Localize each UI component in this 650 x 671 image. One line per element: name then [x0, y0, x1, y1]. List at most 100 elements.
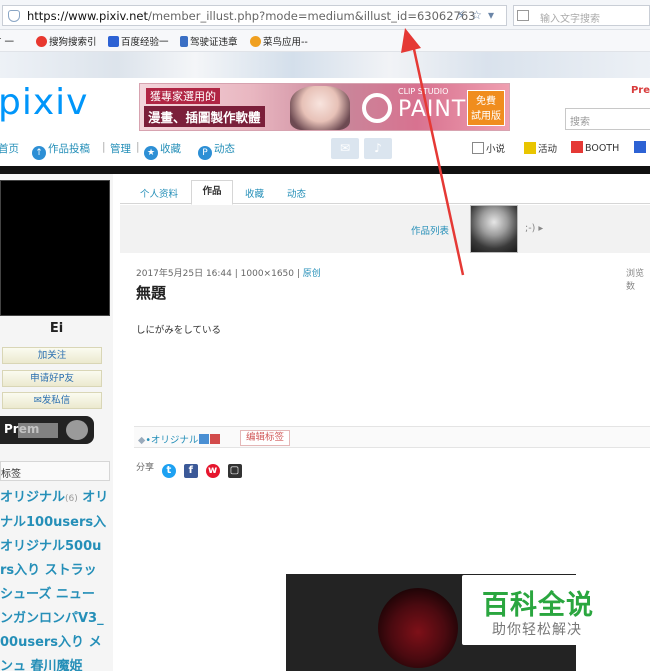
nav-home[interactable]: 首页: [0, 141, 19, 156]
banner-paint: PAINT: [398, 97, 467, 122]
nav-extra[interactable]: [634, 141, 648, 154]
lightning-icon[interactable]: ⚡: [457, 8, 471, 22]
facebook-icon[interactable]: f: [183, 464, 198, 478]
current-work-thumbnail[interactable]: [470, 205, 518, 253]
watermark-subtitle: 助你轻松解决: [492, 622, 582, 638]
user-sidebar: Ei 加关注 申请好P友 ✉发私信 Prem 标签 オリジナル(6) オリ ナル…: [0, 174, 113, 671]
mail-icon: ✉: [33, 395, 42, 406]
line-icon[interactable]: ▢: [227, 464, 242, 478]
site-search-input[interactable]: 搜索: [565, 108, 650, 130]
flag-icon: [524, 142, 536, 154]
bookmark-item-1[interactable]: 首 一: [0, 34, 14, 48]
tag-line[interactable]: rs入り ストラッ: [0, 559, 112, 583]
tag-line[interactable]: オリジナル500u: [0, 535, 112, 559]
edit-tags-button[interactable]: 编辑标签: [240, 430, 291, 446]
friend-request-button[interactable]: 申请好P友: [2, 370, 102, 387]
tag-line[interactable]: 00users入り メ: [0, 631, 112, 655]
premium-badge[interactable]: Prem: [0, 416, 94, 444]
nav-events[interactable]: 活动: [524, 141, 557, 155]
views-label: 浏览数: [626, 269, 645, 292]
tab-works[interactable]: 作品: [191, 180, 233, 205]
original-link[interactable]: 原创: [303, 269, 321, 279]
star-circle-icon: ★: [144, 146, 158, 160]
nav-submit[interactable]: ↑ 作品投稿: [32, 141, 90, 160]
twitter-icon[interactable]: t: [161, 464, 176, 478]
main-nav: 首页 ↑ 作品投稿 | 管理 | ★ 收藏 P 动态 ✉ ♪ 小说 活动 BOOTH: [0, 138, 650, 160]
work-meta: 2017年5月25日 16:44 | 1000×1650 | 原创: [136, 269, 321, 279]
work-size: 1000×1650: [240, 269, 295, 279]
dic-icon[interactable]: [210, 434, 221, 444]
tag-line[interactable]: ンュ 春川魔姫: [0, 655, 112, 671]
car-icon: [180, 36, 188, 47]
url-text[interactable]: https://www.pixiv.net/member_illust.php?…: [27, 9, 475, 23]
tag-line[interactable]: ンガンロンパV3_: [0, 607, 112, 631]
tab-feed[interactable]: 动态: [287, 186, 306, 200]
banner-line1: 獲專家選用的: [146, 88, 220, 104]
profile-tabs: 个人资料 作品 收藏 动态: [120, 180, 650, 205]
next-work-link[interactable]: ;-) ▸: [525, 223, 543, 234]
clip-studio-logo-icon: [362, 93, 392, 123]
notification-icon[interactable]: ♪: [364, 138, 392, 159]
browser-search-box[interactable]: 输入文字搜索: [513, 5, 650, 26]
follow-button[interactable]: 加关注: [2, 347, 102, 364]
bookmark-item-baidu[interactable]: 百度经验一: [108, 34, 169, 48]
banner-character-image: [290, 86, 350, 130]
bookmark-item-traffic[interactable]: 驾驶证违章: [180, 34, 238, 48]
feed-icon: P: [198, 146, 212, 160]
extra-icon: [634, 141, 646, 153]
mail-icon[interactable]: ✉: [331, 138, 359, 159]
shield-icon: [8, 10, 20, 22]
bookmark-item-cainiao[interactable]: 菜鸟应用--: [250, 34, 308, 48]
nav-bookmarks[interactable]: ★ 收藏: [144, 141, 181, 160]
send-message-button[interactable]: ✉发私信: [2, 392, 102, 409]
work-tags-bar: ◆•オリジナル 编辑标签: [134, 426, 650, 448]
tab-bookmarks[interactable]: 收藏: [245, 186, 264, 200]
bookmark-item-sogou[interactable]: 搜狗搜索引: [36, 34, 97, 48]
clip-studio-banner[interactable]: 獲專家選用的 漫畫、插圖製作軟體 CLIP STUDIO PAINT 免費 試用…: [139, 83, 510, 131]
upload-icon: ↑: [32, 146, 46, 160]
work-caption: しにがみをしている: [136, 325, 222, 336]
novel-icon: [472, 142, 484, 154]
blurred-region-2: [66, 420, 88, 440]
banner-trial-badge: 免費 試用版: [467, 90, 505, 126]
tag-line[interactable]: オリジナル(6) オリ: [0, 486, 112, 511]
pixiv-logo[interactable]: pixiv: [0, 82, 88, 123]
nav-separator: |: [102, 141, 106, 153]
watermark: 百科全说 助你轻松解决: [462, 575, 629, 645]
banner-line2: 漫畫、插圖製作軟體: [144, 106, 265, 127]
banner-studio: CLIP STUDIO: [398, 87, 449, 96]
address-bar-icons[interactable]: ⚡☆▾: [457, 8, 500, 22]
nav-novel[interactable]: 小说: [472, 141, 505, 155]
search-engine-icon[interactable]: [517, 10, 529, 21]
chevron-down-icon[interactable]: ▾: [488, 8, 500, 22]
work-date: 2017年5月25日 16:44: [136, 269, 232, 279]
baidu-icon: [108, 36, 119, 47]
header-divider: [0, 166, 650, 174]
work-tag-original[interactable]: ◆•オリジナル: [138, 432, 221, 446]
tab-profile[interactable]: 个人资料: [140, 186, 178, 200]
watermark-title: 百科全说: [482, 590, 594, 621]
pixiv-header: pixiv 獲專家選用的 漫畫、插圖製作軟體 CLIP STUDIO PAINT…: [0, 52, 650, 166]
work-title: 無題: [136, 284, 167, 302]
tag-line[interactable]: ナル100users入: [0, 511, 112, 535]
weibo-icon[interactable]: w: [205, 464, 220, 478]
booth-icon: [571, 141, 583, 153]
avatar[interactable]: [0, 180, 110, 316]
tag-line[interactable]: シューズ ニュー: [0, 583, 112, 607]
tag-cloud: オリジナル(6) オリ ナル100users入 オリジナル500u rs入り ス…: [0, 486, 112, 671]
rose-artwork: [378, 588, 458, 668]
address-bar[interactable]: https://www.pixiv.net/member_illust.php?…: [2, 5, 507, 26]
nav-booth[interactable]: BOOTH: [571, 141, 619, 154]
cainiao-icon: [250, 36, 261, 47]
star-icon[interactable]: ☆: [471, 8, 488, 22]
nav-feed[interactable]: P 动态: [198, 141, 235, 160]
works-list-link[interactable]: 作品列表: [411, 223, 449, 237]
user-name[interactable]: Ei: [0, 321, 113, 336]
nav-manage[interactable]: 管理: [110, 141, 131, 156]
share-label: 分享: [136, 463, 155, 473]
browser-search-placeholder: 输入文字搜索: [540, 14, 600, 25]
pixiv-dic-icon[interactable]: [199, 434, 210, 444]
premium-link[interactable]: Pre: [631, 85, 650, 96]
nav-separator-2: |: [136, 141, 140, 153]
sogou-icon: [36, 36, 47, 47]
